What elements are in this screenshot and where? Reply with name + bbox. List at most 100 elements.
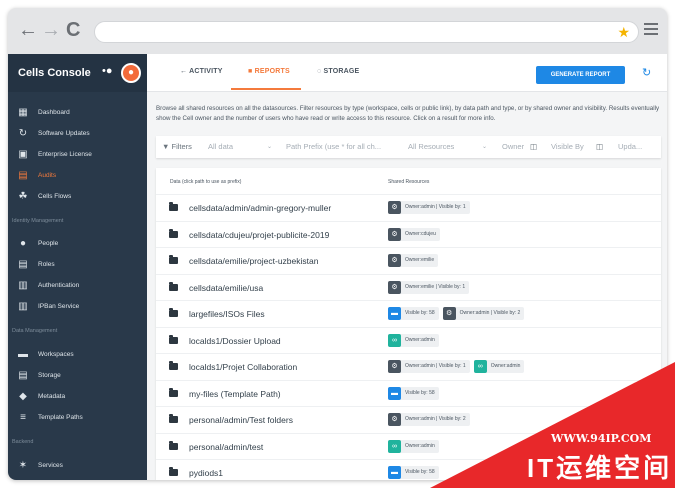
shared-cell-icon: ⚙	[388, 280, 401, 294]
tab-storage[interactable]: ◌ STORAGE	[317, 68, 359, 75]
row-path-link[interactable]: personal/admin/test	[189, 442, 263, 452]
visible-by-toggle-icon[interactable]: ◫	[596, 142, 603, 151]
table-row[interactable]: cellsdata/admin/admin-gregory-muller ⚙ Own…	[156, 194, 661, 221]
shared-cell-icon: ⚙	[442, 307, 456, 320]
arrow-left-icon[interactable]: ←	[18, 20, 38, 40]
sidebar-item-workspaces[interactable]: ▬ Workspaces	[8, 346, 147, 366]
sidebar-item-label: Storage	[38, 372, 61, 379]
section-identity-management: Identity Management	[12, 218, 64, 224]
row-path-link[interactable]: cellsdata/cdujeu/projet-publicite-2019	[189, 230, 329, 240]
data-select[interactable]: All data	[208, 142, 233, 151]
table-row[interactable]: cellsdata/emilie/project-uzbekistan ⚙ Owne…	[156, 247, 661, 274]
generate-report-button[interactable]: GENERATE REPORT	[536, 66, 625, 84]
row-path-link[interactable]: personal/admin/Test folders	[189, 415, 293, 425]
owner-toggle-icon[interactable]: ◫	[530, 142, 537, 151]
row-path-link[interactable]: pydiods1	[189, 468, 223, 478]
row-path-link[interactable]: cellsdata/emilie/project-uzbekistan	[189, 256, 318, 266]
shared-resources-cell: ⚙ Owner:emilie	[388, 254, 442, 268]
resource-badge[interactable]: ⚙ Owner:emilie	[388, 254, 439, 267]
license-icon: ▣	[18, 149, 28, 160]
row-path-link[interactable]: cellsdata/emilie/usa	[189, 283, 263, 293]
sidebar-item-software-updates[interactable]: ↻ Software Updates	[8, 125, 147, 145]
folder-icon	[169, 281, 178, 291]
sidebar-item-services[interactable]: ✶ Services	[8, 457, 147, 477]
watermark-text: IT运维空间	[527, 453, 673, 483]
table-row[interactable]: cellsdata/emilie/usa ⚙ Owner:emilie | Visi…	[156, 273, 661, 301]
sidebar-item-authentication[interactable]: ▥ Authentication	[8, 277, 147, 297]
address-bar[interactable]: ★	[94, 21, 639, 43]
badge-label: Owner:admin | Visible by: 2	[459, 310, 521, 316]
resource-badge[interactable]: ⚙ Owner:admin | Visible by: 1	[388, 201, 470, 214]
star-icon[interactable]: ★	[617, 24, 630, 41]
sidebar-item-label: People	[38, 240, 59, 247]
filter-bar: ▼ Filters All data ⌄ Path Prefix (use * …	[156, 136, 661, 158]
folder-icon	[169, 308, 178, 317]
sidebar-item-template-paths[interactable]: ≡ Template Paths	[8, 409, 147, 429]
folder-icon: ▬	[18, 349, 28, 360]
shared-resources-cell: ⚙ Owner:emilie | Visible by: 1	[388, 280, 473, 295]
filters-label: ▼ Filters	[162, 142, 192, 151]
update-icon: ↻	[18, 128, 28, 139]
sidebar-item-cells-flows[interactable]: ☘ Cells Flows	[8, 188, 147, 208]
visible-by-filter[interactable]: Visible By	[551, 142, 584, 151]
status-dot-icon: •●	[102, 65, 113, 77]
table-row[interactable]: largefiles/ISOs Files ▬ Visible by: 58 ⚙ Own…	[156, 300, 661, 327]
person-icon: ●	[19, 238, 27, 249]
tab-reports[interactable]: ■ REPORTS	[248, 68, 290, 75]
row-path-link[interactable]: largefiles/ISOs Files	[189, 309, 265, 319]
sidebar-item-label: Roles	[38, 261, 55, 268]
update-filter[interactable]: Upda...	[618, 142, 642, 151]
folder-icon	[169, 440, 178, 450]
avatar[interactable]: ●	[121, 63, 141, 83]
arrow-right-icon[interactable]: →	[41, 20, 61, 40]
folder-icon	[169, 228, 178, 238]
sidebar-item-label: Dashboard	[38, 109, 70, 116]
sidebar-item-storage[interactable]: ▤ Storage	[8, 367, 147, 387]
sidebar-item-dashboard[interactable]: ▦ Dashboard	[8, 104, 147, 124]
sidebar-item-enterprise-license[interactable]: ▣ Enterprise License	[8, 146, 147, 166]
resource-badge[interactable]: ∞ Owner:admin	[388, 333, 439, 347]
resource-badge[interactable]: ⚙ Owner:cdujeu	[388, 227, 440, 241]
refresh-icon[interactable]: ↻	[642, 66, 651, 79]
row-path-link[interactable]: localds1/Projet Collaboration	[189, 362, 297, 372]
row-path-link[interactable]: my-files (Template Path)	[189, 389, 281, 399]
brand-name: Cells Console	[18, 67, 91, 79]
table-row[interactable]: localds1/Dossier Upload ∞ Owner:admin	[156, 326, 661, 354]
folder-icon	[169, 467, 178, 476]
sidebar-item-audits[interactable]: ▤ Audits	[8, 167, 147, 187]
badge-label: Owner:admin | Visible by: 1	[405, 204, 466, 210]
owner-filter[interactable]: Owner	[502, 142, 524, 151]
sidebar-item-label: Audits	[38, 172, 57, 179]
chevron-down-icon: ⌄	[267, 144, 273, 150]
sidebar-item-ipban-service[interactable]: ▥ IPBan Service	[8, 298, 147, 318]
section-backend: Backend	[12, 439, 34, 445]
tag-icon: ◆	[19, 391, 27, 402]
row-path-link[interactable]: localds1/Dossier Upload	[189, 336, 281, 346]
resource-badge[interactable]: ⚙ Owner:admin | Visible by: 2	[442, 307, 525, 320]
shared-cell-icon: ⚙	[388, 413, 401, 426]
resources-select[interactable]: All Resources	[408, 142, 454, 151]
row-path-link[interactable]: cellsdata/admin/admin-gregory-muller	[189, 203, 331, 213]
roles-icon: ▤	[18, 259, 28, 270]
sidebar-item-roles[interactable]: ▤ Roles	[8, 256, 147, 276]
audit-icon: ▤	[18, 170, 28, 181]
badge-label: Owner:emilie | Visible by: 1	[405, 283, 466, 290]
sidebar-item-label: IPBan Service	[38, 303, 80, 310]
shared-cell-icon: ⚙	[388, 254, 401, 267]
sidebar-item-metadata[interactable]: ◆ Metadata	[8, 388, 147, 408]
folder-icon	[169, 255, 178, 264]
shared-cell-icon: ⚙	[388, 227, 401, 241]
sidebar-item-label: Cells Flows	[38, 193, 72, 200]
tab-activity[interactable]: ← ACTIVITY	[180, 68, 223, 75]
shared-cell-icon: ⚙	[388, 360, 401, 373]
resource-badge[interactable]: ▬ Visible by: 58	[388, 307, 439, 320]
path-prefix-input[interactable]: Path Prefix (use * for all ch...	[286, 142, 381, 151]
browser-toolbar: ← → C ★	[8, 8, 667, 54]
services-icon: ✶	[18, 460, 28, 471]
resource-badge[interactable]: ⚙ Owner:emilie | Visible by: 1	[388, 280, 470, 294]
table-row[interactable]: cellsdata/cdujeu/projet-publicite-2019 ⚙ O…	[156, 220, 661, 248]
badge-label: Owner:admin	[405, 336, 435, 343]
hamburger-icon[interactable]	[644, 23, 658, 38]
reload-icon[interactable]: C	[66, 20, 80, 40]
sidebar-item-people[interactable]: ● People	[8, 235, 147, 255]
